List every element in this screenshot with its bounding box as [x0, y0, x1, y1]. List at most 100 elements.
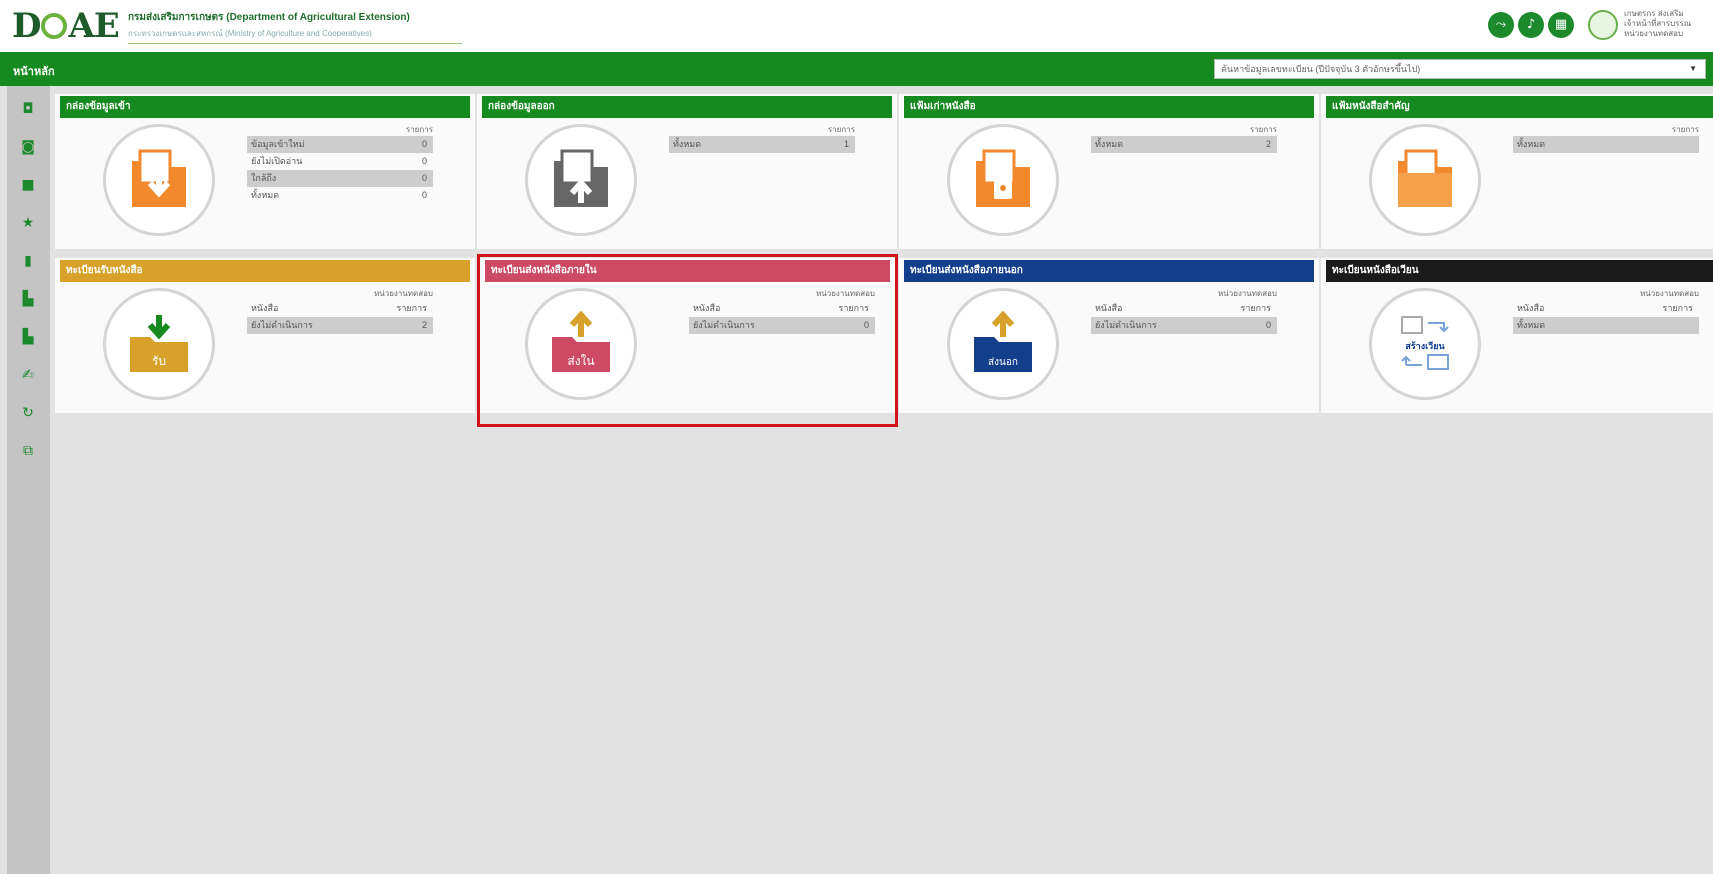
panel-circular-register: ทะเบียนหนังสือเวียน สร้างเวียน หน่วยงานท… [1321, 258, 1713, 413]
share-icon[interactable]: ⤳ [1488, 12, 1514, 38]
panel-title: ทะเบียนรับหนังสือ [60, 260, 470, 282]
refresh-icon[interactable]: ↻ [21, 406, 35, 420]
panel-rows: หน่วยงานทดสอบ หนังสือ รายการ ยังไม่ดำเนิน… [247, 288, 433, 334]
col-right: รายการ [1240, 303, 1272, 313]
outbox-icon[interactable]: ◙ [21, 140, 35, 154]
inbox-folder-icon[interactable] [103, 124, 215, 236]
user-info[interactable]: เกษตรกร ส่งเสริม เจ้าหน้าที่สารบรรณ หน่ว… [1624, 9, 1691, 39]
icon-caption: ส่งนอก [988, 357, 1018, 368]
panel-inbox: กล่องข้อมูลเข้า รายการ ข้อมูลเข้าใหม่ 0 ย… [55, 94, 475, 249]
signature-icon[interactable]: ✍ [21, 368, 35, 382]
list-item[interactable]: ยังไม่ดำเนินการ 2 [247, 317, 433, 334]
panel-rows: รายการ ทั้งหมด [1513, 124, 1699, 153]
outbox-folder-icon[interactable] [525, 124, 637, 236]
panel-rows: รายการ ทั้งหมด 1 [669, 124, 855, 153]
panel-rows: หน่วยงานทดสอบ หนังสือ รายการ ทั้งหมด [1513, 288, 1699, 334]
external-link-icon[interactable]: ⧉ [21, 444, 35, 458]
panel-title: แฟ้มหนังสือสำคัญ [1326, 96, 1713, 118]
row-label: ทั้งหมด [1517, 320, 1546, 330]
list-item[interactable]: ข้อมูลเข้าใหม่ 0 [247, 136, 433, 153]
panel-receive-register: ทะเบียนรับหนังสือ รับ หน่วยงานทดสอบ หนัง… [55, 258, 475, 413]
col-headers: หนังสือ รายการ [1513, 300, 1699, 317]
trash-icon[interactable]: ▮ [21, 254, 35, 268]
row-value: 0 [421, 190, 427, 200]
row-label: ทั้งหมด [1095, 139, 1124, 149]
list-item[interactable]: ยังไม่ดำเนินการ 0 [1091, 317, 1277, 334]
row-label: ใกล้ถึง [251, 173, 277, 183]
org-subtitle: กระทรวงเกษตรและสหกรณ์ (Ministry of Agric… [128, 29, 372, 38]
file-alt-icon[interactable]: ▙ [21, 330, 35, 344]
unit-label: หน่วยงานทดสอบ [1639, 289, 1699, 298]
icon-caption: รับ [152, 354, 166, 368]
row-value: 1 [843, 139, 849, 149]
row-value: 2 [421, 320, 427, 330]
row-label: ยังไม่ดำเนินการ [251, 320, 313, 330]
circular-icon[interactable]: สร้างเวียน [1369, 288, 1481, 400]
col-header: รายการ [827, 125, 855, 134]
row-value: 0 [421, 139, 427, 149]
receive-icon[interactable]: รับ [103, 288, 215, 400]
row-label: ข้อมูลเข้าใหม่ [251, 139, 305, 149]
panel-title: ทะเบียนหนังสือเวียน [1326, 260, 1713, 282]
row-value: 2 [1265, 139, 1271, 149]
col-header: รายการ [405, 125, 433, 134]
inbox-icon[interactable]: ◘ [21, 102, 35, 116]
org-divider [128, 43, 462, 44]
row-value: 0 [1265, 320, 1271, 330]
list-item[interactable]: ทั้งหมด [1513, 317, 1699, 334]
row-label: ทั้งหมด [251, 190, 280, 200]
file-icon[interactable]: ▙ [21, 292, 35, 306]
col-left: หนังสือ [251, 303, 279, 313]
panel-rows: หน่วยงานทดสอบ หนังสือ รายการ ยังไม่ดำเนิน… [1091, 288, 1277, 334]
chevron-down-icon[interactable]: ▼ [1689, 60, 1697, 78]
panel-outbox: กล่องข้อมูลออก รายการ ทั้งหมด 1 [477, 94, 897, 249]
top-bar: D AE กรมส่งเสริมการเกษตร (Department of A… [0, 0, 1713, 52]
folder-icon[interactable]: ■ [21, 178, 35, 192]
col-header: รายการ [1249, 125, 1277, 134]
list-item[interactable]: ใกล้ถึง 0 [247, 170, 433, 187]
col-right: รายการ [1662, 303, 1694, 313]
row-value: 0 [421, 173, 427, 183]
doae-logo[interactable]: D AE [12, 6, 120, 46]
archive-folder-icon[interactable] [947, 124, 1059, 236]
panel-title: กล่องข้อมูลเข้า [60, 96, 470, 118]
bell-icon[interactable]: ♪ [1518, 12, 1544, 38]
col-left: หนังสือ [1517, 303, 1545, 313]
panel-external-send-register: ทะเบียนส่งหนังสือภายนอก ส่งนอก หน่วยงานท… [899, 258, 1319, 413]
row-label: ยังไม่ดำเนินการ [1095, 320, 1157, 330]
org-title: กรมส่งเสริมการเกษตร (Department of Agric… [128, 10, 462, 44]
unit-label: หน่วยงานทดสอบ [1217, 289, 1277, 298]
emblem-icon[interactable] [1588, 10, 1618, 40]
sidebar: ◘ ◙ ■ ★ ▮ ▙ ▙ ✍ ↻ ⧉ [7, 86, 50, 874]
user-role: เจ้าหน้าที่สารบรรณ [1624, 19, 1692, 28]
col-right: รายการ [396, 303, 428, 313]
col-header: รายการ [1671, 125, 1699, 134]
panel-archive: แฟ้มเก่าหนังสือ รายการ ทั้งหมด 2 [899, 94, 1319, 249]
panel-title: แฟ้มเก่าหนังสือ [904, 96, 1314, 118]
user-unit: หน่วยงานทดสอบ [1624, 29, 1684, 38]
nav-bar: หน้าหลัก ค้นหาข้อมูลเลขทะเบียน (ปีปัจจุบ… [0, 52, 1713, 86]
list-item[interactable]: ทั้งหมด 1 [669, 136, 855, 153]
unit-label: หน่วยงานทดสอบ [373, 289, 433, 298]
row-label: ทั้งหมด [1517, 139, 1546, 149]
nav-home-link[interactable]: หน้าหลัก [13, 62, 55, 80]
list-item[interactable]: ทั้งหมด [1513, 136, 1699, 153]
search-select[interactable]: ค้นหาข้อมูลเลขทะเบียน (ปีปัจจุบัน 3 ตัวอ… [1214, 59, 1706, 79]
list-item[interactable]: ทั้งหมด 2 [1091, 136, 1277, 153]
col-left: หนังสือ [1095, 303, 1123, 313]
selection-highlight [477, 254, 898, 427]
panel-important: แฟ้มหนังสือสำคัญ รายการ ทั้งหมด [1321, 94, 1713, 249]
list-item[interactable]: ยังไม่เปิดอ่าน 0 [247, 153, 433, 170]
star-icon[interactable]: ★ [21, 216, 35, 230]
user-name: เกษตรกร ส่งเสริม [1624, 9, 1684, 18]
row-value: 0 [421, 156, 427, 166]
important-folder-icon[interactable] [1369, 124, 1481, 236]
apps-grid-icon[interactable]: ▦ [1548, 12, 1574, 38]
list-item[interactable]: ทั้งหมด 0 [247, 187, 433, 204]
panel-rows: รายการ ทั้งหมด 2 [1091, 124, 1277, 153]
search-placeholder: ค้นหาข้อมูลเลขทะเบียน (ปีปัจจุบัน 3 ตัวอ… [1221, 64, 1421, 74]
panel-rows: รายการ ข้อมูลเข้าใหม่ 0 ยังไม่เปิดอ่าน 0 ใ… [247, 124, 433, 204]
external-send-icon[interactable]: ส่งนอก [947, 288, 1059, 400]
col-headers: หนังสือ รายการ [247, 300, 433, 317]
icon-caption: สร้างเวียน [1405, 341, 1445, 352]
